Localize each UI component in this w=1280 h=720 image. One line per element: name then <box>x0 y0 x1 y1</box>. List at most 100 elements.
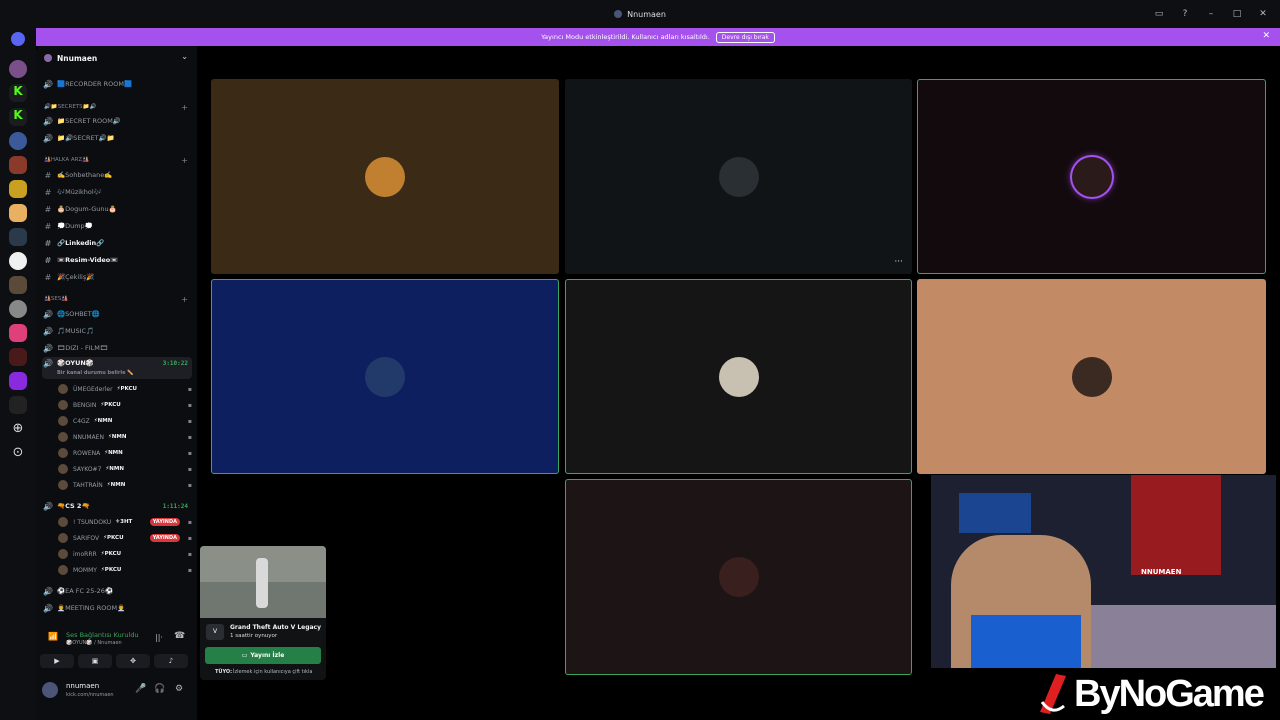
category-halka-arz[interactable]: 🎎HALKA ARZ🎎 + <box>44 155 192 165</box>
channel-ea-fc[interactable]: 🔊 ⚽EA FC 25-26⚽ <box>42 584 192 598</box>
server-icon[interactable] <box>9 252 27 270</box>
voice-user-row[interactable]: BENGIN ⚡PKCU ▪ <box>58 398 198 412</box>
soundboard-button[interactable]: ♪ <box>154 654 188 668</box>
channel-label: 🔗Linkedin🔗 <box>57 239 105 247</box>
server-icon[interactable] <box>9 300 27 318</box>
server-icon[interactable] <box>9 228 27 246</box>
channel-label: 📁🔊SECRET🔊📁 <box>57 134 115 142</box>
video-tile[interactable] <box>565 279 912 474</box>
video-tile[interactable]: ··· <box>565 79 912 274</box>
channel-meeting-room[interactable]: 🔊 👨‍💼MEETING ROOM👨‍💼 <box>42 601 192 615</box>
video-tile[interactable] <box>211 279 559 474</box>
user-status: kick.com/nnumaen <box>66 692 114 698</box>
guild-header[interactable]: Nnumaen ⌄ <box>36 46 197 70</box>
channel-recorder[interactable]: 🔊 🟦RECORDER ROOM🟦 <box>42 77 192 91</box>
voice-user-row[interactable]: MOMMY ⚡PKCU ▪ <box>58 563 198 577</box>
channel-label: 🌐SOHBET🌐 <box>57 310 100 318</box>
signal-icon[interactable]: 📶 <box>48 632 58 641</box>
server-icon[interactable] <box>9 348 27 366</box>
channel-status[interactable]: Bir kanal durumu belirle ✏️ <box>57 370 133 376</box>
voice-user-row[interactable]: NNUMAEN ⚡NMN ▪ <box>58 430 198 444</box>
channel-label: 💭Dump💭 <box>57 222 93 230</box>
channel-secret[interactable]: 🔊 📁🔊SECRET🔊📁 <box>42 131 192 145</box>
add-channel-icon[interactable]: + <box>181 295 188 304</box>
server-icon[interactable] <box>9 132 27 150</box>
channel-muzikhol[interactable]: # 🎶Müzikhol🎶 <box>42 185 192 199</box>
activities-button[interactable]: ✥ <box>116 654 150 668</box>
server-icon[interactable] <box>9 60 27 78</box>
video-tile[interactable] <box>211 79 559 274</box>
video-tile[interactable] <box>917 279 1266 474</box>
screen-share-button[interactable]: ▣ <box>78 654 112 668</box>
settings-gear-icon[interactable]: ⚙ <box>175 684 183 694</box>
stream-thumbnail[interactable] <box>200 546 326 618</box>
server-icon[interactable] <box>9 276 27 294</box>
category-ses[interactable]: 🎎SES🎎 + <box>44 294 192 304</box>
noise-suppression-icon[interactable]: ||· <box>155 633 163 642</box>
channel-linkedin[interactable]: # 🔗Linkedin🔗 <box>42 236 192 250</box>
discover-icon[interactable]: ⊙ <box>9 444 27 462</box>
channel-resim-video[interactable]: # 📼Resim-Video📼 <box>42 253 192 267</box>
disable-streamer-mode-button[interactable]: Devre dışı bırak <box>715 31 775 43</box>
server-icon[interactable] <box>9 324 27 342</box>
watch-stream-button[interactable]: ▭ Yayını İzle <box>205 647 321 664</box>
gta-game-icon: V <box>206 624 224 640</box>
add-channel-icon[interactable]: + <box>181 103 188 112</box>
avatar <box>58 416 68 426</box>
voice-user-row[interactable]: TAHTRAİN ⚡NMN ▪ <box>58 478 198 492</box>
stream-preview-popup[interactable]: V Grand Theft Auto V Legacy 1 saattir oy… <box>200 546 326 680</box>
server-icon[interactable] <box>9 204 27 222</box>
more-options-icon[interactable]: ··· <box>894 257 903 267</box>
channel-cs2[interactable]: 🔊 🔫CS 2🔫 1:11:24 <box>42 499 192 513</box>
maximize-icon[interactable]: □ <box>1230 9 1244 19</box>
screen-share-icon: ▣ <box>91 657 99 665</box>
server-icon[interactable] <box>9 396 27 414</box>
channel-label: 🎵MUSIC🎵 <box>57 327 95 335</box>
text-channel-icon: # <box>44 221 52 231</box>
kick-server-icon[interactable]: K <box>9 84 27 102</box>
voice-user-row[interactable]: ! TSUNDOKU ⚜3HT YAYINDA ▪ <box>58 515 198 529</box>
channel-sohbethane[interactable]: # ✍️Sohbethane✍️ <box>42 168 192 182</box>
category-secrets[interactable]: 🔊📁SECRETS📁🔊 + <box>44 102 192 112</box>
add-server-icon[interactable]: ⊕ <box>9 420 27 438</box>
camera-button[interactable]: ▶ <box>40 654 74 668</box>
video-tile[interactable] <box>565 479 912 675</box>
voice-user-row[interactable]: ÜMEGEderler ⚡PKCU ▪ <box>58 382 198 396</box>
server-icon[interactable] <box>9 372 27 390</box>
disconnect-icon[interactable]: ☎ <box>174 631 185 641</box>
channel-dump[interactable]: # 💭Dump💭 <box>42 219 192 233</box>
channel-dogum-gunu[interactable]: # 🎂Dogum-Gunu🎂 <box>42 202 192 216</box>
user-clan-tag: ⚡NMN <box>105 466 124 472</box>
voice-user-row[interactable]: SAYKO#7 ⚡NMN ▪ <box>58 462 198 476</box>
voice-user-row[interactable]: imoRRR ⚡PKCU ▪ <box>58 547 198 561</box>
channel-label: 📁SECRET ROOM🔊 <box>57 117 121 125</box>
add-channel-icon[interactable]: + <box>181 156 188 165</box>
inbox-icon[interactable]: ▭ <box>1152 9 1166 19</box>
help-icon[interactable]: ? <box>1178 9 1192 19</box>
channel-secret-room[interactable]: 🔊 📁SECRET ROOM🔊 <box>42 114 192 128</box>
close-banner-icon[interactable]: ✕ <box>1262 31 1270 41</box>
voice-channel-path[interactable]: 🎲OYUN🎲 / Nnumaen <box>66 640 122 646</box>
user-name[interactable]: nnumaen <box>66 682 99 690</box>
channel-cekilis[interactable]: # 🎉Çekiliş🎉 <box>42 270 192 284</box>
voice-user-row[interactable]: ROWENA ⚡NMN ▪ <box>58 446 198 460</box>
voice-status[interactable]: Ses Bağlantısı Kuruldu <box>66 631 139 639</box>
channel-dizi-film[interactable]: 🔊 🎞DIZI - FILM🎞 <box>42 341 192 355</box>
video-tile[interactable] <box>917 79 1266 274</box>
kick-server-icon[interactable]: K <box>9 108 27 126</box>
channel-oyun[interactable]: 🔊 🎲OYUN🎲 3:10:22 Bir kanal durumu belirl… <box>42 357 192 379</box>
voice-user-row[interactable]: C4GZ ⚡NMN ▪ <box>58 414 198 428</box>
avatar[interactable] <box>42 682 58 698</box>
stream-status-icon: ▪ <box>187 465 192 473</box>
headphones-icon[interactable]: 🎧 <box>154 684 165 694</box>
server-icon[interactable] <box>9 180 27 198</box>
server-icon[interactable] <box>9 156 27 174</box>
minimize-icon[interactable]: – <box>1204 9 1218 19</box>
channel-sohbet[interactable]: 🔊 🌐SOHBET🌐 <box>42 307 192 321</box>
microphone-icon[interactable]: 🎤 <box>135 684 146 694</box>
channel-music[interactable]: 🔊 🎵MUSIC🎵 <box>42 324 192 338</box>
voice-channel-icon: 🔊 <box>43 133 53 143</box>
discord-home-icon[interactable] <box>11 32 25 46</box>
close-icon[interactable]: ✕ <box>1256 9 1270 19</box>
voice-user-row[interactable]: SARIFOV ⚡PKCU YAYINDA ▪ <box>58 531 198 545</box>
